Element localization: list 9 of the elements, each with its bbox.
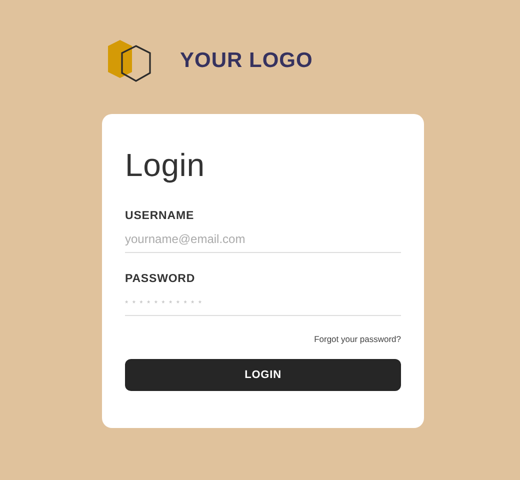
login-button[interactable]: LOGIN bbox=[125, 359, 401, 391]
password-field[interactable]: * * * * * * * * * * * bbox=[125, 291, 401, 316]
forgot-password-link[interactable]: Forgot your password? bbox=[314, 334, 401, 344]
username-field[interactable]: yourname@email.com bbox=[125, 228, 401, 253]
logo-text: YOUR LOGO bbox=[180, 49, 313, 73]
login-title: Login bbox=[125, 146, 206, 184]
field-label: PASSWORD bbox=[125, 273, 196, 285]
logo-icon bbox=[106, 38, 154, 84]
field-label: USERNAME bbox=[125, 210, 196, 222]
